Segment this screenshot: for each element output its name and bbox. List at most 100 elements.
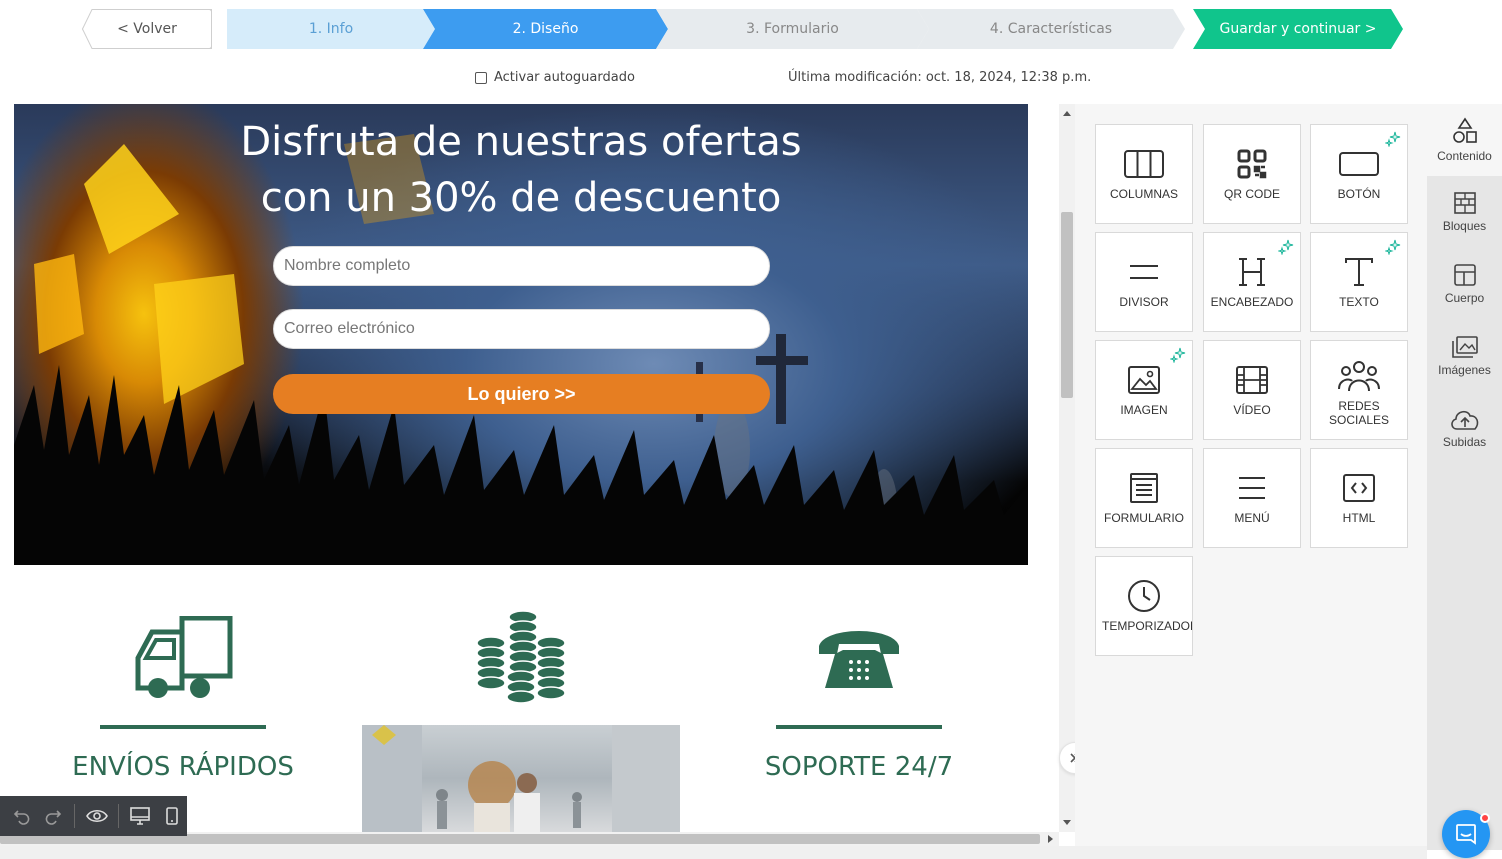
step-info[interactable]: 1. Info (227, 9, 435, 49)
hero-title[interactable]: Disfruta de nuestras ofertas con un 30% … (14, 114, 1028, 226)
chat-icon (1456, 824, 1476, 845)
tile-label: HTML (1342, 511, 1376, 525)
tile-html[interactable]: HTML (1310, 448, 1408, 548)
desktop-icon (130, 807, 151, 825)
mobile-icon (165, 807, 178, 825)
scroll-down-arrow-icon[interactable] (1059, 816, 1075, 828)
street-photo[interactable] (362, 725, 680, 832)
menu-icon (1239, 477, 1265, 499)
eye-icon (85, 809, 108, 823)
sparkle-icon (1278, 239, 1294, 255)
shapes-icon (1452, 117, 1477, 143)
editor-canvas[interactable]: Disfruta de nuestras ofertas con un 30% … (0, 104, 1059, 832)
cloud-upload-icon (1450, 410, 1478, 430)
form-icon (1130, 473, 1158, 503)
columns-icon (1124, 150, 1164, 178)
rail-body[interactable]: Cuerpo (1427, 248, 1502, 320)
rail-blocks[interactable]: Bloques (1427, 176, 1502, 248)
images-icon (1451, 336, 1478, 358)
tile-label: ENCABEZADO (1210, 295, 1294, 309)
qr-code-icon (1237, 149, 1267, 179)
redo-icon (45, 810, 61, 825)
canvas-toolbar (0, 796, 187, 836)
tile-label: COLUMNAS (1109, 187, 1178, 201)
tile-label: TEXTO (1339, 295, 1379, 309)
timer-icon (1128, 580, 1160, 612)
step-form[interactable]: 3. Formulario (656, 9, 929, 49)
bottom-strip (0, 846, 1427, 859)
cta-button[interactable]: Lo quiero >> (273, 374, 770, 414)
preview-button[interactable] (81, 796, 112, 836)
tile-label: TEMPORIZADOR (1102, 619, 1192, 633)
rail-uploads[interactable]: Subidas (1427, 392, 1502, 464)
tile-columns[interactable]: COLUMNAS (1095, 124, 1193, 224)
coins-icon (476, 610, 566, 704)
name-input[interactable]: Nombre completo (273, 246, 770, 286)
tile-button[interactable]: BOTÓN (1310, 124, 1408, 224)
autosave-toggle[interactable]: Activar autoguardado (475, 70, 635, 85)
toolbar-separator (74, 804, 75, 828)
tile-form[interactable]: FORMULARIO (1095, 448, 1193, 548)
vertical-scroll-thumb[interactable] (1061, 212, 1073, 398)
tile-label: IMAGEN (1120, 403, 1168, 417)
phone-icon (819, 631, 899, 688)
content-panel: COLUMNAS QR CODE BOTÓN DIVISOR ENCABEZAD… (1075, 104, 1427, 850)
feature-divider-3 (776, 725, 942, 729)
tile-label: REDES SOCIALES (1329, 399, 1389, 427)
right-rail: Contenido Bloques Cuerpo Imágenes Subida… (1427, 104, 1502, 850)
scroll-right-arrow-icon[interactable] (1044, 832, 1056, 846)
rail-images-label: Imágenes (1438, 363, 1491, 377)
rail-blocks-label: Bloques (1442, 219, 1487, 233)
tile-label: FORMULARIO (1103, 511, 1184, 525)
save-continue-button[interactable]: Guardar y continuar > (1193, 9, 1403, 49)
rail-images[interactable]: Imágenes (1427, 320, 1502, 392)
layout-icon (1453, 264, 1476, 286)
last-modified: Última modificación: oct. 18, 2024, 12:3… (788, 70, 1092, 85)
tile-label: MENÚ (1234, 511, 1270, 525)
toolbar-separator (118, 804, 119, 828)
video-icon (1236, 366, 1268, 394)
sparkle-icon (1385, 131, 1401, 147)
undo-icon (13, 810, 29, 825)
tile-text[interactable]: TEXTO (1310, 232, 1408, 332)
rail-content[interactable]: Contenido (1427, 104, 1502, 176)
scroll-up-arrow-icon[interactable] (1059, 108, 1075, 120)
back-button-outline (82, 9, 212, 49)
tile-label: DIVISOR (1119, 295, 1169, 309)
tile-video[interactable]: VÍDEO (1203, 340, 1301, 440)
canvas-vertical-scrollbar[interactable] (1059, 104, 1075, 832)
sparkle-icon (1170, 347, 1186, 363)
step-design[interactable]: 2. Diseño (423, 9, 668, 49)
feature-divider-1 (100, 725, 266, 729)
tile-heading[interactable]: ENCABEZADO (1203, 232, 1301, 332)
feature-support-label[interactable]: SOPORTE 24/7 (716, 752, 1002, 782)
truck-icon (135, 616, 233, 698)
autosave-checkbox[interactable] (475, 71, 487, 84)
undo-button[interactable] (6, 796, 37, 836)
email-input[interactable]: Correo electrónico (273, 309, 770, 349)
tile-image[interactable]: IMAGEN (1095, 340, 1193, 440)
hero-title-line-2: con un 30% de descuento (260, 175, 782, 221)
tile-divider[interactable]: DIVISOR (1095, 232, 1193, 332)
rail-uploads-label: Subidas (1442, 435, 1487, 449)
divider-icon (1130, 265, 1158, 279)
tile-timer[interactable]: TEMPORIZADOR (1095, 556, 1193, 656)
street-photo-art (362, 725, 680, 832)
autosave-label: Activar autoguardado (494, 70, 635, 85)
tile-label: BOTÓN (1337, 187, 1381, 201)
desktop-view-button[interactable] (125, 796, 156, 836)
tile-label: VÍDEO (1233, 403, 1271, 417)
step-features[interactable]: 4. Características (917, 9, 1185, 49)
feature-shipping-label[interactable]: ENVÍOS RÁPIDOS (40, 752, 326, 782)
tile-social[interactable]: REDES SOCIALES (1310, 340, 1408, 440)
tile-qr-code[interactable]: QR CODE (1203, 124, 1301, 224)
text-icon (1345, 258, 1373, 286)
hero-title-line-1: Disfruta de nuestras ofertas (240, 119, 802, 165)
sparkle-icon (1385, 239, 1401, 255)
tile-menu[interactable]: MENÚ (1203, 448, 1301, 548)
hero-section[interactable]: Disfruta de nuestras ofertas con un 30% … (14, 104, 1028, 565)
rail-body-label: Cuerpo (1444, 291, 1485, 305)
social-icon (1338, 361, 1380, 392)
mobile-view-button[interactable] (156, 796, 187, 836)
redo-button[interactable] (37, 796, 68, 836)
